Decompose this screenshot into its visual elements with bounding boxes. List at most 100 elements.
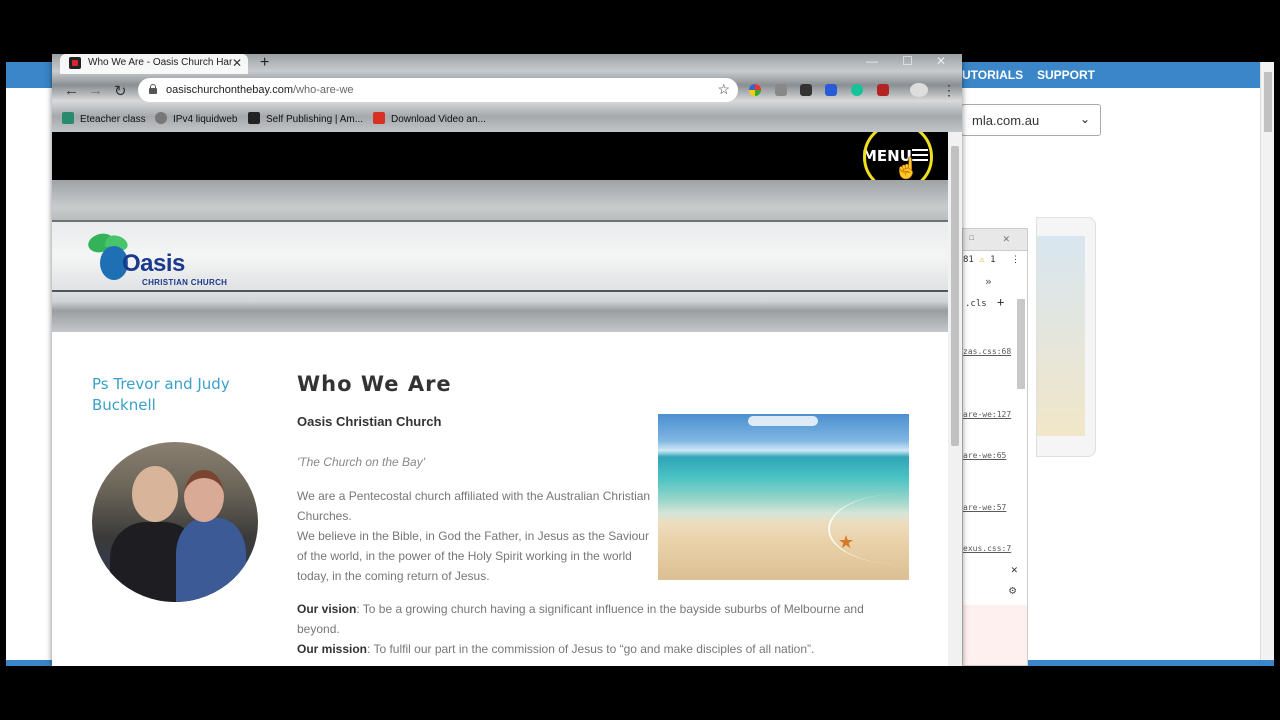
devtools-titlebar: ☐ ✕ bbox=[963, 229, 1027, 251]
url-path: /who-are-we bbox=[292, 84, 354, 96]
page-scrollbar-thumb[interactable] bbox=[951, 146, 959, 446]
profile-avatar-icon[interactable] bbox=[910, 83, 928, 97]
laptop-screen bbox=[1037, 236, 1085, 436]
vision-paragraph: Our vision: To be a growing church havin… bbox=[297, 599, 897, 639]
article: Who We Are Oasis Christian Church 'The C… bbox=[297, 372, 897, 656]
devtools-link[interactable]: are-we:65 bbox=[963, 451, 1006, 460]
mission-paragraph: Our mission: To fulfil our part in the c… bbox=[297, 639, 897, 659]
globe-icon bbox=[155, 112, 167, 124]
cls-toggle[interactable]: .cls bbox=[965, 299, 987, 309]
warning-count: 1 bbox=[990, 255, 996, 265]
wave-foam bbox=[828, 494, 909, 564]
photo-figure bbox=[184, 470, 224, 522]
maximize-icon[interactable]: ☐ bbox=[969, 233, 974, 243]
devtools-link[interactable]: exus.css:7 bbox=[963, 544, 1011, 553]
photo-figure bbox=[132, 466, 178, 522]
close-icon[interactable]: ✕ bbox=[1003, 232, 1010, 245]
grammarly-icon[interactable] bbox=[851, 84, 863, 96]
minimize-icon[interactable]: — bbox=[866, 54, 878, 68]
tab-title: Who We Are - Oasis Church Har bbox=[88, 57, 233, 68]
new-tab-icon[interactable]: + bbox=[260, 54, 269, 72]
oasis-logo[interactable]: Oasis CHRISTIAN CHURCH bbox=[70, 230, 240, 290]
pastor-photo bbox=[92, 442, 258, 602]
tagline: 'The Church on the Bay' bbox=[297, 455, 425, 469]
bookmark-item[interactable]: Eteacher class bbox=[62, 112, 146, 125]
tab-who-we-are[interactable]: Who We Are - Oasis Church Har ✕ bbox=[60, 54, 248, 74]
tab-close-icon[interactable]: ✕ bbox=[232, 56, 242, 70]
download-icon bbox=[373, 112, 385, 124]
background-scrollbar[interactable] bbox=[1260, 62, 1274, 666]
bookmarks-bar: Eteacher class IPv4 liquidweb Self Publi… bbox=[52, 108, 962, 130]
pdf-extension-icon[interactable] bbox=[877, 84, 889, 96]
domain-select-value: mla.com.au bbox=[972, 113, 1040, 128]
beliefs-paragraph: We believe in the Bible, in God the Fath… bbox=[297, 529, 649, 583]
back-arrow-icon[interactable]: ← bbox=[64, 82, 79, 99]
pastor-name[interactable]: Ps Trevor and Judy Bucknell bbox=[92, 374, 262, 416]
bookmark-item[interactable]: IPv4 liquidweb bbox=[155, 112, 237, 125]
bookmark-extension-icon[interactable] bbox=[825, 84, 837, 96]
page-scrollbar[interactable] bbox=[948, 132, 962, 666]
cloud-shape bbox=[748, 416, 818, 426]
org-name: Oasis Christian Church bbox=[297, 414, 442, 429]
tab-overflow[interactable]: » bbox=[985, 275, 992, 288]
hero-banner: Oasis CHRISTIAN CHURCH bbox=[52, 180, 948, 332]
mission-label: Our mission bbox=[297, 642, 368, 656]
console-area bbox=[963, 605, 1027, 665]
page-viewport: MENU ☝ Oasis CHRISTIAN CHURCH Ps Trevor … bbox=[52, 132, 948, 666]
devtools-link[interactable]: zas.css:68 bbox=[963, 347, 1011, 356]
devtools-link[interactable]: are-we:57 bbox=[963, 503, 1006, 512]
screen: UTORIALS SUPPORT mla.com.au ⌄ ☐ ✕ 81 ⚠ 1… bbox=[0, 0, 1280, 720]
browser-window: Who We Are - Oasis Church Har ✕ + — ☐ ✕ … bbox=[52, 54, 962, 666]
logo-wordmark: Oasis bbox=[122, 250, 185, 277]
chrome-extension-icon[interactable] bbox=[749, 84, 761, 96]
message-count: 81 bbox=[963, 255, 974, 265]
kebab-menu-icon[interactable]: ⋮ bbox=[1011, 255, 1020, 265]
site-header: MENU ☝ bbox=[52, 132, 948, 192]
address-bar[interactable]: oasischurchonthebay.com/who-are-we ☆ bbox=[138, 78, 738, 102]
logo-band: Oasis CHRISTIAN CHURCH bbox=[52, 220, 948, 292]
forward-arrow-icon[interactable]: → bbox=[88, 82, 103, 99]
mission-text: : To fulfil our part in the commission o… bbox=[367, 642, 815, 656]
laptop-illustration bbox=[1036, 217, 1096, 457]
browser-menu-icon[interactable]: ⋮ bbox=[942, 82, 956, 99]
beach-image: ★ bbox=[658, 414, 909, 580]
bookmark-label: IPv4 liquidweb bbox=[173, 114, 238, 125]
settings-gear-icon[interactable]: ⚙ bbox=[1009, 583, 1016, 597]
lock-icon bbox=[149, 84, 157, 94]
devtools-counts: 81 ⚠ 1 ⋮ bbox=[963, 255, 1020, 265]
devtools-link[interactable]: are-we:127 bbox=[963, 410, 1011, 419]
browser-chrome: Who We Are - Oasis Church Har ✕ + — ☐ ✕ … bbox=[52, 54, 962, 132]
page-title: Who We Are bbox=[297, 372, 452, 396]
main-content: Ps Trevor and Judy Bucknell Who We Are O… bbox=[52, 332, 948, 666]
url-domain: oasischurchonthebay.com bbox=[166, 84, 293, 96]
nav-tutorials[interactable]: UTORIALS bbox=[962, 68, 1023, 82]
hand-cursor-icon: ☝ bbox=[894, 158, 919, 180]
add-rule-icon[interactable]: + bbox=[997, 295, 1004, 309]
bookmark-item[interactable]: Download Video an... bbox=[373, 112, 486, 125]
photo-figure bbox=[176, 518, 246, 602]
bookmark-star-icon[interactable]: ☆ bbox=[717, 81, 730, 98]
logo-subtitle: CHRISTIAN CHURCH bbox=[142, 278, 228, 287]
warning-icon: ⚠ bbox=[979, 255, 985, 265]
bookmark-item[interactable]: Self Publishing | Am... bbox=[248, 112, 363, 125]
nav-support[interactable]: SUPPORT bbox=[1037, 68, 1095, 82]
extension-icon[interactable] bbox=[775, 84, 787, 96]
bookmark-label: Eteacher class bbox=[80, 114, 146, 125]
affiliation-paragraph: We are a Pentecostal church affiliated w… bbox=[297, 489, 651, 523]
vision-text: : To be a growing church having a signif… bbox=[297, 602, 864, 636]
devtools-scrollbar[interactable] bbox=[1017, 299, 1025, 389]
background-scrollbar-thumb[interactable] bbox=[1264, 72, 1272, 132]
vision-label: Our vision bbox=[297, 602, 357, 616]
amazon-icon bbox=[248, 112, 260, 124]
chevron-down-icon: ⌄ bbox=[1079, 112, 1090, 126]
bookmark-label: Download Video an... bbox=[391, 114, 486, 125]
classroom-icon bbox=[62, 112, 74, 124]
starfish-icon: ★ bbox=[838, 532, 855, 552]
window-close-icon[interactable]: ✕ bbox=[936, 54, 946, 68]
maximize-icon[interactable]: ☐ bbox=[902, 54, 913, 68]
close-drawer-icon[interactable]: ✕ bbox=[1011, 563, 1018, 576]
devtools-panel: ☐ ✕ 81 ⚠ 1 ⋮ » .cls + zas.css:68 are-we:… bbox=[962, 228, 1028, 666]
domain-select[interactable]: mla.com.au ⌄ bbox=[961, 104, 1101, 136]
download-extension-icon[interactable] bbox=[800, 84, 812, 96]
reload-icon[interactable]: ↻ bbox=[114, 82, 127, 100]
